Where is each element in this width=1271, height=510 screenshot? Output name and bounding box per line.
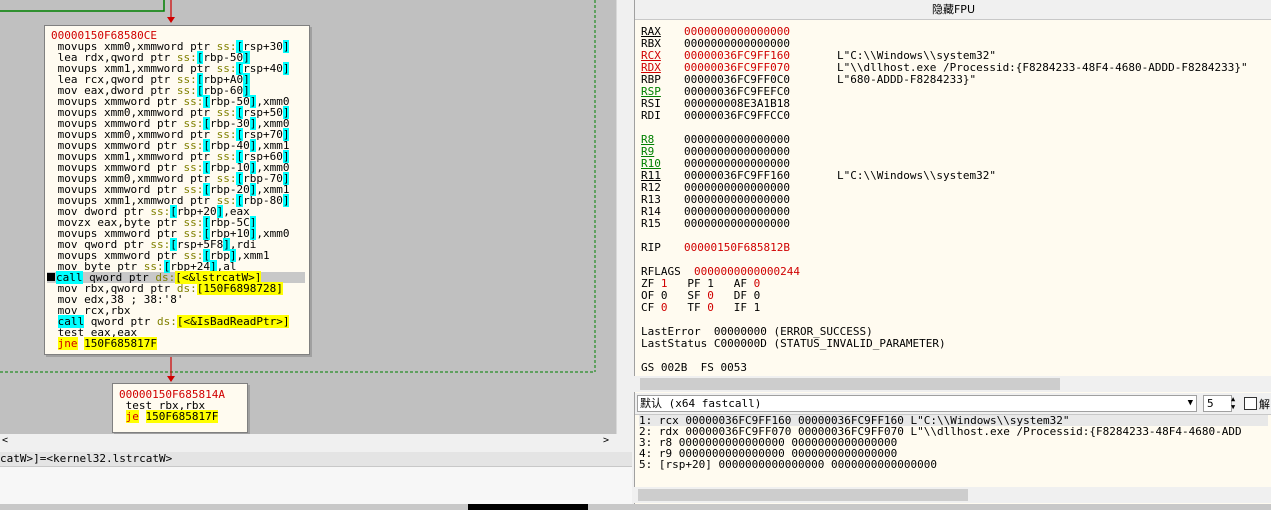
bottom-strip — [0, 504, 1271, 510]
graph-horizontal-scrollbar[interactable]: < > — [0, 434, 616, 451]
memory-address[interactable]: [150F6898728] — [196, 282, 283, 295]
flag-value[interactable]: 0 — [661, 301, 668, 314]
register-name: R15 — [641, 217, 661, 230]
argument-line[interactable]: 5: [rsp+20] 0000000000000000 00000000000… — [639, 459, 937, 470]
register-value[interactable]: 00000036FC9FFCC0 — [684, 109, 790, 122]
arguments-toolbar: 默认 (x64 fastcall) ▼ 5 ▲ ▼ 解 — [635, 393, 1271, 415]
basic-block-1[interactable]: 00000150F68580CE movups xmm0,xmmword ptr… — [44, 25, 310, 355]
operand: ,xmm0 — [256, 227, 290, 240]
register-rip[interactable]: RIP 00000150F685812B — [641, 242, 790, 254]
flag-name: CF — [641, 301, 655, 314]
argument-count-spinner[interactable]: ▲ ▼ — [1231, 395, 1241, 412]
scroll-thumb[interactable] — [638, 489, 968, 501]
jump-mnemonic: jne — [57, 337, 78, 350]
scroll-thumb[interactable] — [640, 378, 1060, 390]
register-rdi[interactable]: RDI 00000036FC9FFCC0 — [641, 110, 790, 122]
spin-down-icon[interactable]: ▼ — [1231, 403, 1241, 411]
instruction-je[interactable]: je 150F685817F — [119, 410, 247, 423]
info-status-line: catW>]=<kernel32.lstrcatW> — [0, 452, 632, 466]
register-value[interactable]: 00000150F685812B — [684, 241, 790, 254]
segment-registers: GS 002B FS 0053 — [641, 361, 747, 374]
register-r15[interactable]: R15 0000000000000000 — [641, 218, 790, 230]
argument-count-input[interactable]: 5 — [1203, 395, 1232, 412]
segment: ds: — [156, 315, 177, 328]
flag-name: TF — [687, 301, 701, 314]
jump-target[interactable]: 150F685817F — [145, 410, 219, 423]
graph-view[interactable]: 00000150F68580CE movups xmm0,xmmword ptr… — [0, 0, 616, 434]
lock-checkbox-label: 解 — [1259, 398, 1270, 411]
register-comment: L"680-ADDD-F8284233}" — [837, 73, 977, 86]
spin-up-icon[interactable]: ▲ — [1231, 395, 1241, 403]
lock-checkbox[interactable] — [1244, 397, 1257, 410]
bracket: ] — [282, 62, 290, 75]
flag-value[interactable]: 1 — [754, 301, 761, 314]
graph-vertical-scrollbar[interactable] — [616, 0, 634, 434]
register-comment: L"C:\\Windows\\system32" — [837, 169, 996, 182]
register-value[interactable]: 0000000000000000 — [684, 217, 790, 230]
bottom-highlight — [468, 504, 588, 510]
jump-mnemonic: je — [125, 410, 139, 423]
instruction-jne[interactable]: jne 150F685817F — [51, 337, 309, 350]
flag-value[interactable]: 0 — [707, 301, 714, 314]
register-name: RDI — [641, 109, 661, 122]
register-name: RIP — [641, 241, 661, 254]
basic-block-2[interactable]: 00000150F685814A test rbx,rbx je 150F685… — [112, 383, 248, 433]
hide-fpu-button[interactable]: 隐藏FPU — [635, 0, 1271, 20]
flags-row: CF 0 TF 0 IF 1 — [641, 302, 760, 314]
calling-convention-select[interactable]: 默认 (x64 fastcall) ▼ — [637, 395, 1197, 412]
call-target[interactable]: [<&IsBadReadPtr>] — [176, 315, 290, 328]
arguments-horizontal-scrollbar[interactable] — [634, 487, 1271, 503]
instruction-list: movups xmm0,xmmword ptr ss:[rsp+30] lea … — [51, 40, 309, 273]
operand: ,xmm1 — [236, 249, 270, 262]
jump-target[interactable]: 150F685817F — [84, 337, 157, 350]
calling-convention-value: 默认 (x64 fastcall) — [640, 397, 762, 410]
flag-name: IF — [733, 301, 747, 314]
chevron-down-icon: ▼ — [1187, 398, 1193, 408]
current-instruction-marker — [47, 273, 55, 281]
scroll-left-icon[interactable]: < — [2, 435, 8, 446]
scroll-right-icon[interactable]: > — [603, 435, 609, 446]
registers-panel[interactable]: 隐藏FPU RAX 0000000000000000 RBX 000000000000… — [634, 0, 1271, 393]
last-status: LastStatus C000000D (STATUS_INVALID_PARA… — [641, 337, 946, 350]
bracket: ] — [282, 194, 290, 207]
info-pane — [0, 466, 632, 505]
registers-horizontal-scrollbar[interactable] — [634, 376, 1271, 392]
bracket: ] — [282, 40, 290, 53]
